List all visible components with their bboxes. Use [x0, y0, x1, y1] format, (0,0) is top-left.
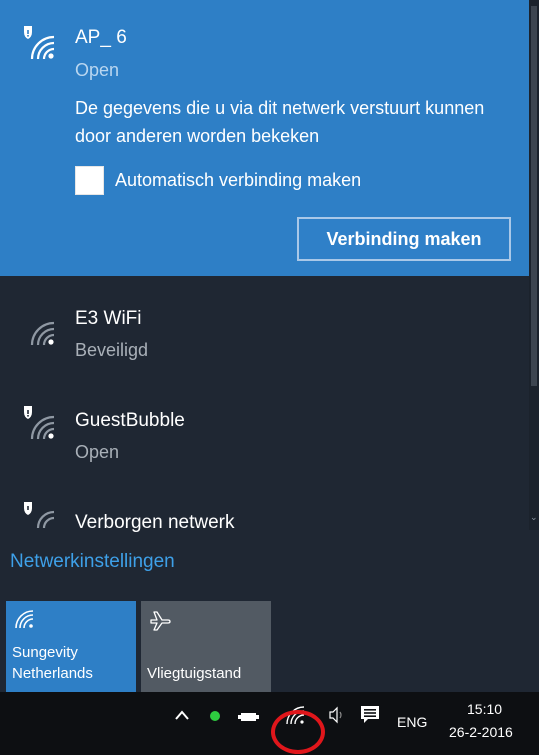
selected-network-name: AP_ 6 — [75, 27, 127, 48]
network-list-scrollbar[interactable]: ⌄ — [529, 0, 539, 530]
auto-connect-label[interactable]: Automatisch verbinding maken — [115, 170, 361, 191]
clock-time[interactable]: 15:10 — [467, 701, 502, 717]
selected-network-status: Open — [75, 60, 120, 80]
network-status: Beveiligd — [75, 340, 149, 360]
auto-connect-checkbox[interactable] — [75, 166, 104, 195]
open-wifi-secured-warning-icon — [18, 500, 55, 534]
airplane-mode-label: Vliegtuigstand — [147, 665, 242, 682]
network-status: Open — [75, 442, 120, 462]
network-flyout: AP_ 6 Open De gegevens die u via dit net… — [0, 0, 539, 692]
selected-network-panel[interactable]: AP_ 6 Open De gegevens die u via dit net… — [0, 0, 529, 276]
connect-button[interactable]: Verbinding maken — [297, 217, 511, 261]
airplane-icon — [149, 609, 171, 636]
wifi-tile[interactable]: Sungevity Netherlands — [6, 601, 136, 692]
taskbar: ENG 15:10 26-2-2016 — [0, 692, 539, 755]
wifi-icon — [18, 308, 55, 346]
network-settings-link[interactable]: Netwerkinstellingen — [10, 551, 175, 573]
network-name: Verborgen netwerk — [75, 512, 235, 533]
network-name: GuestBubble — [75, 410, 185, 431]
green-status-icon[interactable] — [210, 711, 220, 721]
open-wifi-secured-warning-icon — [18, 402, 55, 440]
network-name: E3 WiFi — [75, 308, 142, 329]
wifi-icon — [14, 609, 34, 634]
action-center-icon[interactable] — [360, 705, 380, 730]
wifi-tile-label-line1: Sungevity — [12, 644, 78, 661]
clock-date[interactable]: 26-2-2016 — [449, 724, 513, 740]
volume-icon[interactable] — [328, 706, 346, 729]
wifi-tile-label-line2: Netherlands — [12, 665, 93, 682]
power-battery-icon[interactable] — [238, 710, 260, 729]
open-wifi-secured-warning-icon — [18, 22, 55, 60]
language-indicator[interactable]: ENG — [397, 714, 427, 730]
security-warning-text: De gegevens die u via dit netwerk verstu… — [75, 98, 485, 146]
highlight-annotation-circle — [271, 710, 325, 754]
airplane-mode-tile[interactable]: Vliegtuigstand — [141, 601, 271, 692]
scrollbar-thumb[interactable] — [531, 6, 537, 386]
scroll-down-arrow-icon[interactable]: ⌄ — [530, 512, 538, 523]
show-hidden-icons-chevron-icon[interactable] — [174, 708, 190, 726]
